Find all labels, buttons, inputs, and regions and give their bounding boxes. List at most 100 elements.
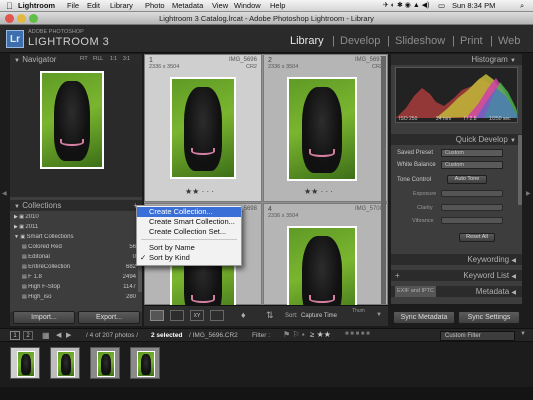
compare-view-icon[interactable]: XY [190,310,204,321]
grid-cell[interactable]: 4 IMG_5700 2336 x 3504 [263,203,388,305]
zoom-1-1[interactable]: 1:1 [110,54,117,65]
apple-icon[interactable]:  [6,1,13,11]
photo-thumbnail [287,77,357,181]
grid-cell[interactable]: 1 IMG_5696 2336 x 3504 CR2 ★★ · · · [144,54,262,202]
filmstrip-thumb[interactable] [10,347,40,379]
color-filter-icons[interactable]: ■ ■ ■ ■ ■ [345,331,370,337]
grid-toolbar: XY ♦ ⇅ Sort: Capture Time Thum ▼ [144,305,388,326]
grid-view: 1 IMG_5696 2336 x 3504 CR2 ★★ · · · 2 IM… [144,54,388,305]
right-panel-scrollbar[interactable] [518,135,522,205]
filter-lock-icon[interactable]: ▼ [520,331,526,337]
module-develop[interactable]: Develop [340,35,380,47]
loupe-view-icon[interactable] [170,310,184,321]
grid-scrollbar[interactable] [381,56,386,304]
export-button[interactable]: Export... [78,311,140,324]
menu-metadata[interactable]: Metadata [172,1,203,10]
white-balance-select[interactable]: Custom [441,161,503,169]
dog-shape [54,80,90,162]
collection-item[interactable]: ▶ ▣ 2010 [14,214,136,222]
collection-item[interactable]: ▶ ▣ 2011 [14,224,136,232]
module-separator: | [490,35,493,47]
collection-item[interactable]: ▤ High F-Stop 1147 [22,284,136,292]
filmstrip [0,343,533,387]
navigator-preview-area[interactable] [10,65,142,197]
collection-item[interactable]: ▤ EntireCollection 682 [22,264,136,272]
metadata-header[interactable]: EXIF and IPTC Metadata ◀ [391,286,522,297]
module-print[interactable]: Print [460,35,483,47]
import-button[interactable]: Import... [13,311,75,324]
sync-metadata-button[interactable]: Sync Metadata [393,311,455,324]
filmstrip-thumb[interactable] [90,347,120,379]
sort-select[interactable]: Capture Time [301,313,337,319]
rating-stars[interactable]: ★★ · · · [185,187,214,196]
window-title: Lightroom 3 Catalog.lrcat - Adobe Photos… [159,14,374,23]
menu-sort-by-name[interactable]: Sort by Name [137,243,241,253]
menu-create-smart-collection[interactable]: Create Smart Collection... [137,217,241,227]
spotlight-icon[interactable]: ⌕ [520,1,524,11]
rating-stars[interactable]: ★★ · · · [304,187,333,196]
clarity-stepper[interactable] [441,204,503,211]
menu-lightroom[interactable]: Lightroom [18,1,55,10]
menu-photo[interactable]: Photo [145,1,165,10]
collection-item[interactable]: ▤ Colored Red 56 [22,244,136,252]
zoom-fit[interactable]: FIT [80,54,88,65]
photo-thumbnail [287,226,357,305]
filmstrip-source[interactable]: / 4 of 207 photos / [86,332,138,339]
quick-develop-header[interactable]: Quick Develop ▼ [391,134,522,145]
filmstrip-thumb[interactable] [50,347,80,379]
menu-sort-by-kind[interactable]: ✓ Sort by Kind [137,253,241,263]
saved-preset-select[interactable]: Custom [441,149,503,157]
forward-arrow-icon[interactable]: ▶ [66,331,71,339]
zoom-fill[interactable]: FILL [93,54,103,65]
keyword-list-header[interactable]: + Keyword List ◀ [391,270,522,281]
module-separator: | [332,35,335,47]
grid-cell[interactable]: 2 IMG_5697 2336 x 3504 CR2 ★★ · · · [263,54,388,202]
collection-item[interactable]: ▤ Editorial 0 [22,254,136,262]
collections-header[interactable]: ▼ Collections + [10,200,142,211]
menu-edit[interactable]: Edit [87,1,100,10]
left-panel-toggle-icon[interactable]: ◀ [2,190,7,197]
spray-can-icon[interactable]: ♦ [241,310,246,320]
custom-filter-select[interactable]: Custom Filter [440,331,515,341]
monitor-2-button[interactable]: 2 [23,331,33,340]
module-web[interactable]: Web [498,35,520,47]
collection-item[interactable]: ▤ F 1.8 2494 [22,274,136,282]
reset-all-button[interactable]: Reset All [459,233,495,242]
monitor-1-button[interactable]: 1 [10,331,20,340]
collapse-triangle-icon: ▼ [14,204,20,210]
menu-view[interactable]: View [212,1,228,10]
survey-view-icon[interactable] [210,310,224,321]
vibrance-stepper[interactable] [441,217,503,224]
navigator-header[interactable]: ▼ Navigator FIT FILL 1:1 3:1 [10,54,142,65]
menu-create-collection-set[interactable]: Create Collection Set... [137,227,241,237]
sort-direction-icon[interactable]: ⇅ [266,310,274,321]
menu-create-collection[interactable]: Create Collection... [137,207,241,217]
navigator-preview-image [40,71,104,169]
bottom-strip [0,387,533,400]
exposure-stepper[interactable] [441,190,503,197]
zoom-3-1[interactable]: 3:1 [123,54,130,65]
star-filter[interactable]: ≥ ★★ [310,330,331,339]
menu-window[interactable]: Window [234,1,261,10]
toolbar-menu-icon[interactable]: ▼ [376,312,382,318]
right-panel-toggle-icon[interactable]: ▶ [526,190,531,197]
menu-library[interactable]: Library [110,1,133,10]
auto-tone-button[interactable]: Auto Tone [447,175,487,184]
menu-file[interactable]: File [67,1,79,10]
menu-help[interactable]: Help [270,1,285,10]
filmstrip-thumb[interactable] [130,347,160,379]
mac-menubar:  Lightroom File Edit Library Photo Meta… [0,0,533,12]
keywording-header[interactable]: Keywording ◀ [391,254,522,265]
back-arrow-icon[interactable]: ◀ [56,331,61,339]
collection-item[interactable]: ▼ ▣ Smart Collections [14,234,136,242]
grid-view-icon[interactable] [150,310,164,321]
flag-filter-icons[interactable]: ⚑ ⚐ ▪ [283,330,305,339]
sync-settings-button[interactable]: Sync Settings [458,311,520,324]
histogram-header[interactable]: Histogram ▼ [391,54,522,65]
module-library[interactable]: Library [290,35,324,47]
collection-item[interactable]: ▤ High_iso 280 [22,294,136,302]
brand-small: ADOBE PHOTOSHOP [28,29,84,35]
identity-plate: Lr ADOBE PHOTOSHOP LIGHTROOM 3 Library |… [0,25,533,53]
grid-icon[interactable]: ▦ [42,331,50,340]
module-slideshow[interactable]: Slideshow [395,35,445,47]
